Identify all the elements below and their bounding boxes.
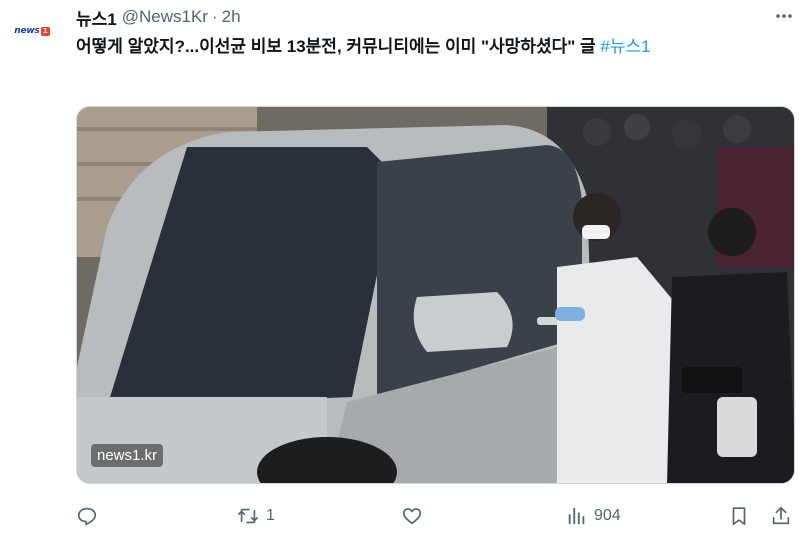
- retweet-button[interactable]: 1: [236, 500, 275, 532]
- tweet-text-body: 어떻게 알았지?...이선균 비보 13분전, 커뮤니티에는 이미 "사망하셨다…: [76, 37, 601, 56]
- separator-dot: ·: [211, 7, 218, 26]
- tweet[interactable]: news 1 뉴스1 @News1Kr · 2h 어떻게 알았지?...이선균 …: [0, 0, 810, 538]
- like-button[interactable]: [401, 500, 429, 532]
- heart-icon: [402, 508, 422, 525]
- share-icon: [772, 506, 790, 525]
- timestamp[interactable]: 2h: [222, 7, 241, 27]
- news1-logo: news 1: [14, 26, 50, 36]
- tweet-media-photo[interactable]: news1.kr: [76, 106, 795, 484]
- reply-button[interactable]: [76, 500, 104, 532]
- hashtag-link[interactable]: #뉴스1: [600, 37, 650, 56]
- tweet-text: 어떻게 알았지?...이선균 비보 13분전, 커뮤니티에는 이미 "사망하셨다…: [76, 34, 796, 60]
- more-options-button[interactable]: [772, 6, 796, 26]
- reply-icon: [77, 507, 97, 526]
- tweet-actions-bar: 1 904: [76, 500, 796, 532]
- bookmark-icon: [732, 507, 746, 526]
- views-count: 904: [594, 507, 621, 524]
- retweet-count: 1: [266, 507, 275, 524]
- bookmark-button[interactable]: [728, 500, 750, 532]
- user-handle[interactable]: @News1Kr: [122, 7, 208, 27]
- media-watermark: news1.kr: [91, 444, 164, 467]
- avatar-logo-text: news: [14, 26, 40, 36]
- avatar[interactable]: news 1: [8, 14, 56, 48]
- more-dots-icon: [776, 14, 792, 18]
- tweet-header: 뉴스1 @News1Kr · 2h: [76, 5, 790, 29]
- photo-car-scene: [77, 107, 794, 483]
- display-name[interactable]: 뉴스1: [76, 5, 117, 30]
- retweet-icon: [238, 508, 258, 524]
- share-button[interactable]: [770, 500, 792, 532]
- views-chart-icon: [568, 507, 585, 525]
- logo-mark-icon: 1: [40, 26, 50, 36]
- views-button[interactable]: 904: [566, 500, 621, 532]
